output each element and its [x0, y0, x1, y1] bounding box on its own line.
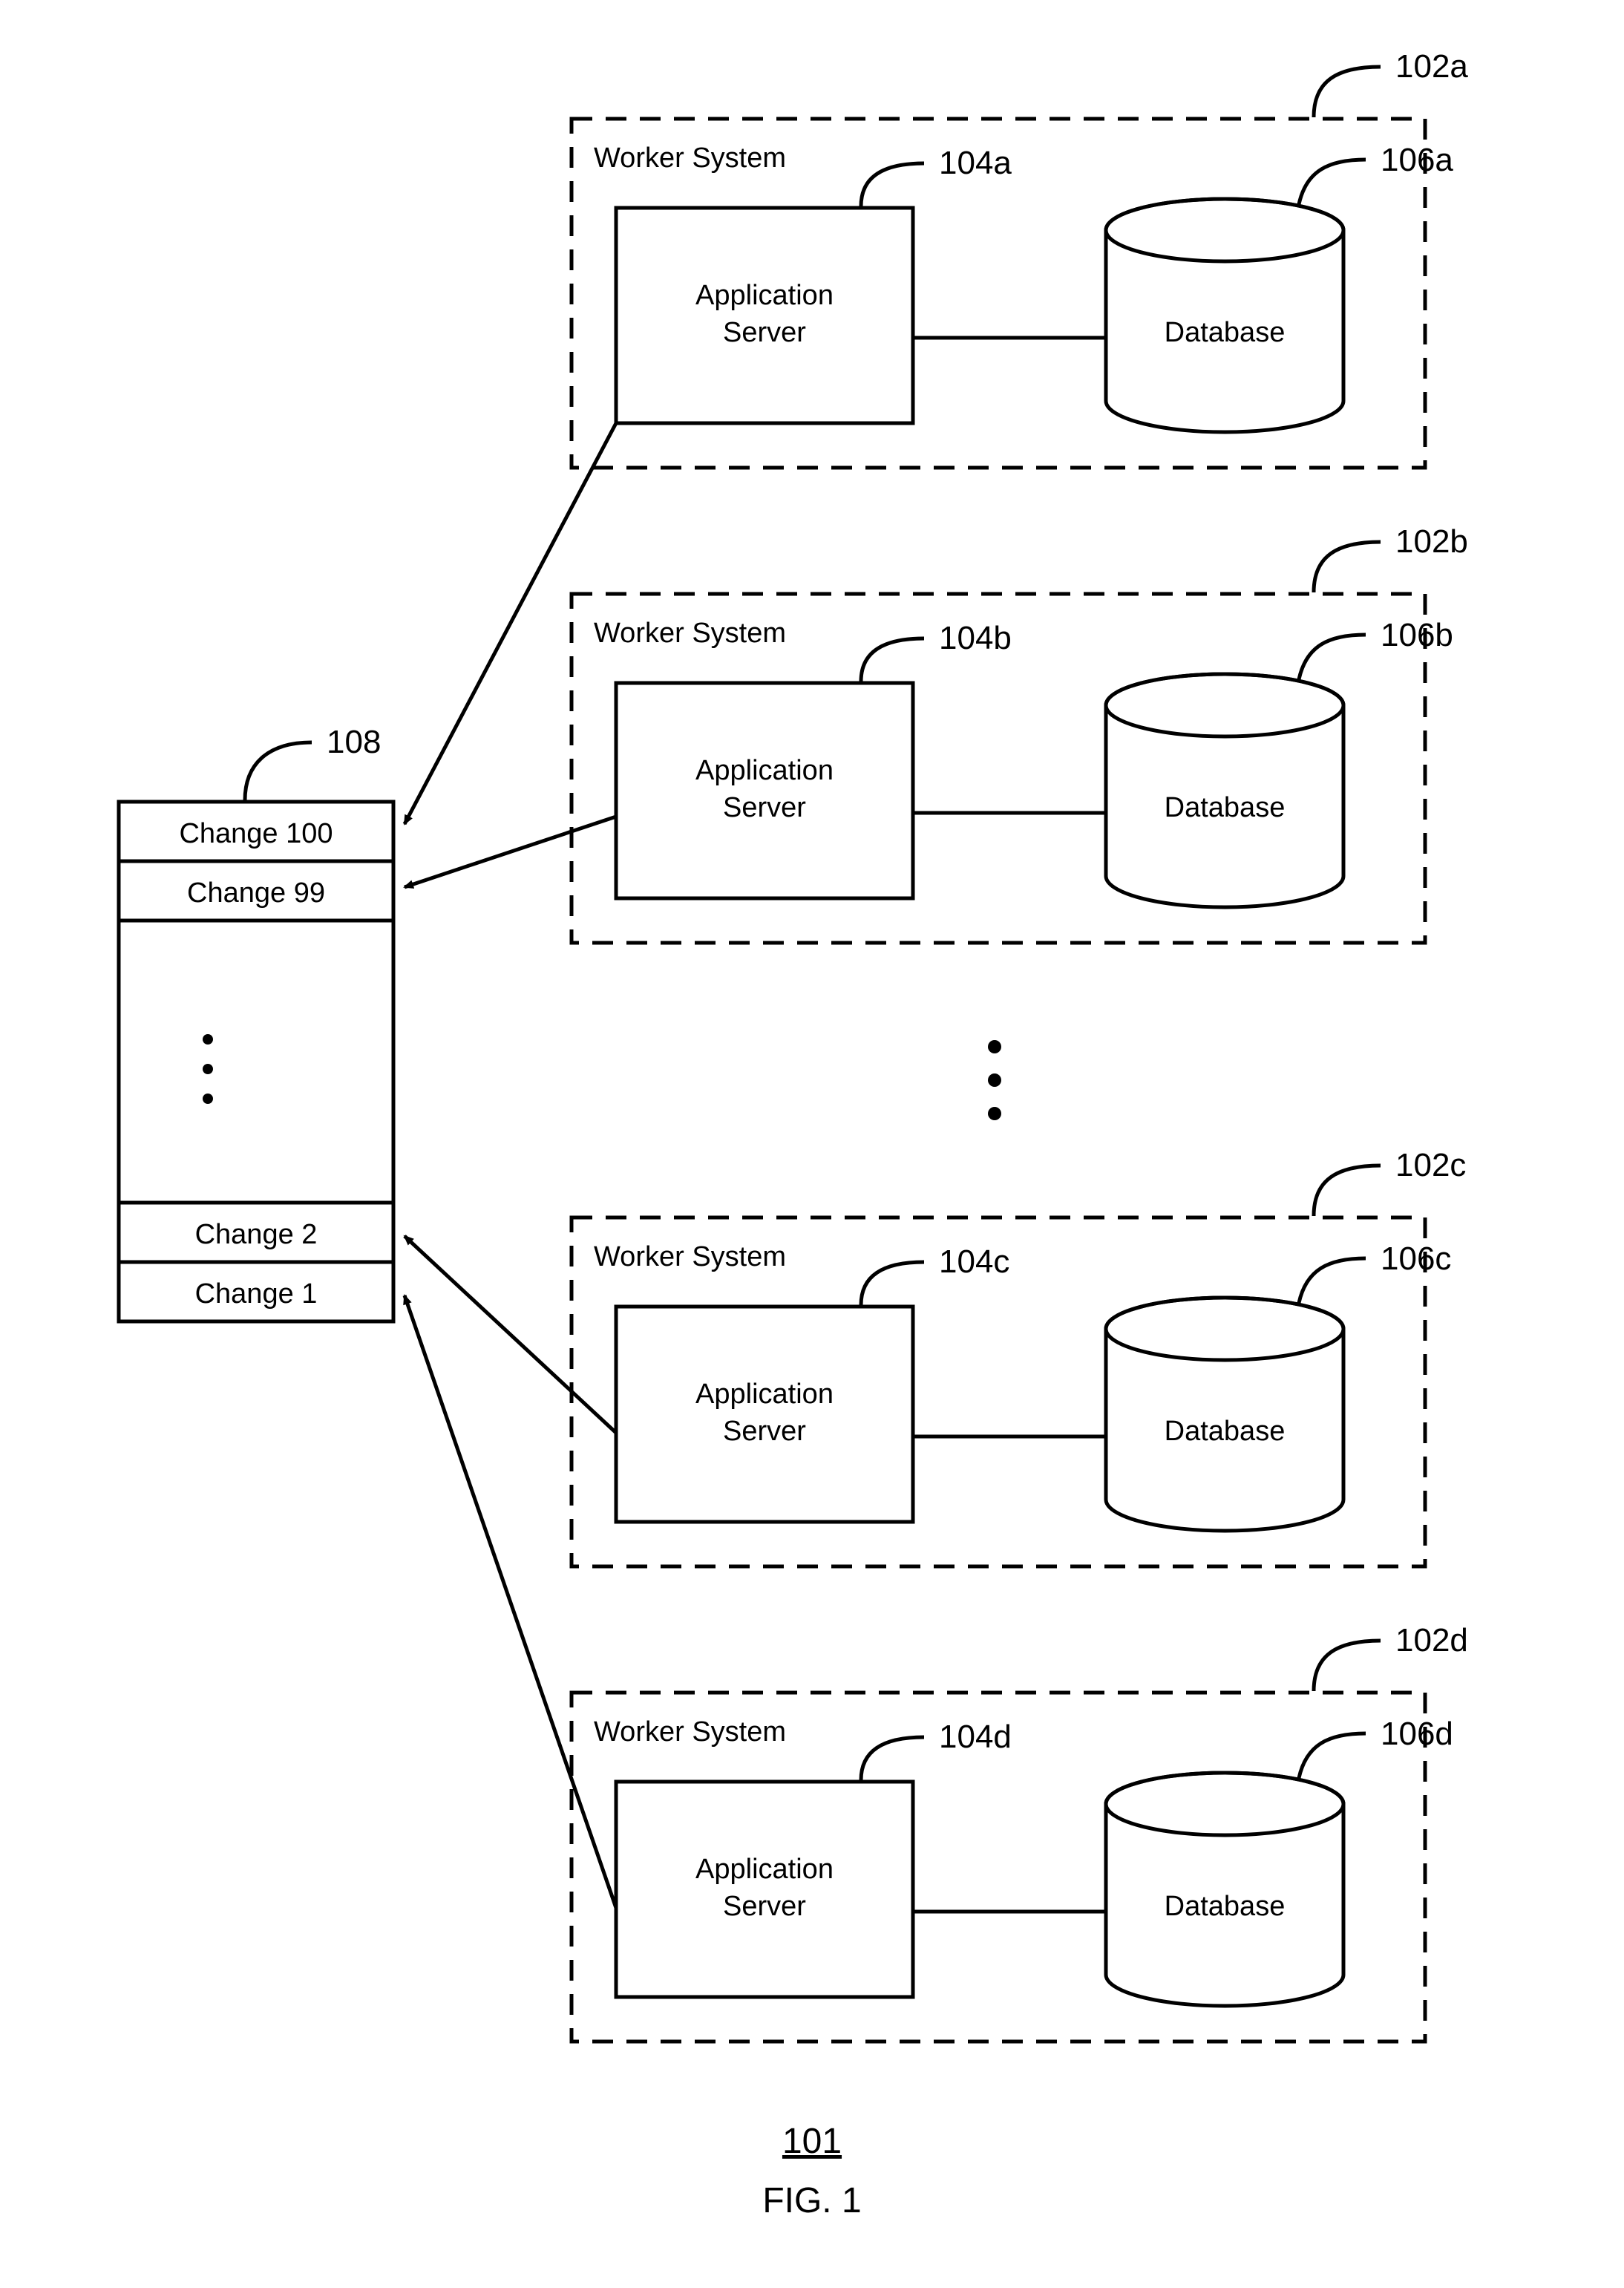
database-icon: Database — [1106, 1298, 1343, 1531]
database-icon: Database — [1106, 674, 1343, 907]
arrow — [405, 423, 616, 824]
app-server-label: Application — [695, 755, 834, 786]
database-icon: Database — [1106, 199, 1343, 432]
ref-label: 108 — [327, 724, 381, 760]
app-server-label: Server — [723, 1891, 806, 1922]
change-list: Change 100 Change 99 Change 2 Change 1 1… — [119, 724, 393, 1321]
ref-label: 106c — [1381, 1241, 1451, 1277]
ref-label: 106d — [1381, 1716, 1453, 1752]
app-server-label: Application — [695, 1379, 834, 1410]
figure-number: 101 — [782, 2122, 842, 2161]
worker-system: Worker System 102b Application Server 10… — [572, 523, 1468, 943]
ref-label: 104d — [939, 1719, 1012, 1755]
database-label: Database — [1165, 1891, 1286, 1922]
arrow — [405, 1295, 616, 1908]
change-row: Change 2 — [195, 1219, 318, 1250]
database-icon: Database — [1106, 1773, 1343, 2006]
worker-system-title: Worker System — [594, 618, 786, 649]
worker-system: Worker System 102a Application Server 10… — [572, 48, 1468, 468]
worker-system: Worker System 102c Application Server 10… — [572, 1147, 1466, 1566]
app-server-label: Application — [695, 1854, 834, 1885]
worker-system-title: Worker System — [594, 1241, 786, 1272]
diagram-canvas: Change 100 Change 99 Change 2 Change 1 1… — [0, 0, 1624, 2288]
database-label: Database — [1165, 792, 1286, 823]
change-row: Change 100 — [179, 818, 333, 849]
ref-label: 102a — [1395, 48, 1468, 85]
worker-system-title: Worker System — [594, 1716, 786, 1748]
app-server-label: Server — [723, 317, 806, 348]
app-server-label: Server — [723, 1416, 806, 1447]
ref-label: 102c — [1395, 1147, 1466, 1183]
change-row: Change 1 — [195, 1278, 318, 1310]
ref-label: 104a — [939, 145, 1012, 181]
figure-caption: FIG. 1 — [762, 2181, 861, 2220]
app-server-label: Application — [695, 280, 834, 311]
ref-label: 104c — [939, 1243, 1009, 1280]
app-server-label: Server — [723, 792, 806, 823]
ref-label: 102d — [1395, 1622, 1468, 1658]
worker-system-title: Worker System — [594, 143, 786, 174]
ref-label: 106a — [1381, 142, 1453, 178]
arrow — [405, 817, 616, 887]
ref-label: 106b — [1381, 617, 1453, 653]
database-label: Database — [1165, 317, 1286, 348]
arrow — [405, 1236, 616, 1433]
change-row: Change 99 — [187, 877, 325, 909]
ref-label: 102b — [1395, 523, 1468, 560]
ref-label: 104b — [939, 620, 1012, 656]
worker-system: Worker System 102d Application Server 10… — [572, 1622, 1468, 2042]
database-label: Database — [1165, 1416, 1286, 1447]
ellipsis-icon — [988, 1040, 1001, 1120]
